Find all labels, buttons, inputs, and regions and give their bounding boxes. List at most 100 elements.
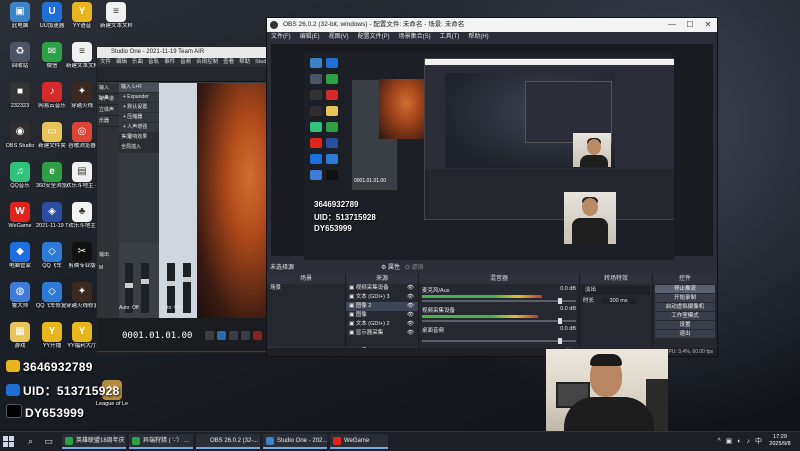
desktop-icon[interactable]: ♪ 网易云音乐	[36, 82, 68, 110]
rewind-button[interactable]	[205, 331, 214, 340]
channel-fader-4[interactable]	[183, 263, 191, 313]
eye-icon[interactable]: 👁	[407, 284, 414, 293]
desktop-icon[interactable]: ◇ QQ飞车	[36, 242, 68, 270]
tray-icon[interactable]: ◐	[737, 438, 741, 445]
source-item[interactable]: ▣ 图像 2 👁	[346, 302, 418, 311]
control-button[interactable]: 退出	[655, 330, 715, 338]
tray-icon[interactable]: ▣	[726, 438, 733, 445]
studio-menu-item[interactable]: 音频	[180, 59, 191, 65]
desktop-icon[interactable]: ▤欢乐斗地主 - 天天乐	[66, 162, 98, 190]
eye-icon[interactable]: 👁	[407, 311, 414, 320]
desktop-icon[interactable]: ≡新建文本文档 889164ce7...(2)	[100, 2, 132, 30]
source-item[interactable]: ▣ 文本 (GDI+) 3 👁	[346, 293, 418, 302]
scene-item[interactable]: 场景	[267, 284, 345, 293]
control-button[interactable]: 启动虚拟摄像机	[655, 303, 715, 311]
desktop-icon[interactable]: Y YY福利大厅	[66, 322, 98, 350]
desktop-icon[interactable]: ◈2021-11-19 Team AIR...	[36, 202, 68, 230]
taskbar-app[interactable]: 异端狩猎 ( '-'） ...	[129, 434, 193, 449]
studio-menu-item[interactable]: 帮助	[239, 59, 250, 65]
insert-slot[interactable]: + Expander	[121, 93, 159, 103]
desktop-icon[interactable]: Y YY开播	[36, 322, 68, 350]
maximize-icon[interactable]: ☐	[681, 18, 699, 32]
studio-menu-item[interactable]: 事件	[164, 59, 175, 65]
desktop-icon[interactable]: e360安全浏览器	[36, 162, 68, 190]
duration-input[interactable]: 300 ms	[601, 298, 636, 304]
eye-icon[interactable]: 👁	[407, 293, 414, 302]
obs-menu-item[interactable]: 工具(T)	[440, 34, 460, 40]
eye-icon[interactable]: 👁	[407, 302, 414, 311]
insert-global[interactable]: 全局插入	[119, 143, 159, 153]
windows-start-icon[interactable]	[3, 436, 14, 447]
taskbar-app[interactable]: WeGame	[330, 434, 388, 449]
mute-label[interactable]: M	[99, 265, 103, 271]
control-button[interactable]: 停止推流	[655, 285, 715, 293]
obs-preview[interactable]: 0001.01.01.00 3646932789 UID：513715928 D…	[271, 44, 713, 260]
properties-button[interactable]: ⚙ 属性	[381, 262, 400, 274]
desktop-icon[interactable]: ▣ 此电脑	[4, 2, 36, 30]
tray-icon[interactable]: ^	[717, 438, 720, 445]
studio-channel-item[interactable]: 输入 L+R	[97, 83, 119, 101]
search-icon[interactable]: ⌕	[24, 435, 37, 448]
source-item[interactable]: ▣ 显示器采集 👁	[346, 329, 418, 338]
obs-menu-item[interactable]: 文件(F)	[271, 34, 291, 40]
obs-menu-item[interactable]: 帮助(H)	[468, 34, 488, 40]
transition-select[interactable]: 淡出	[582, 286, 650, 295]
desktop-icon[interactable]: U UU加速器	[36, 2, 68, 30]
desktop-icon[interactable]: ◎ 谷歌浏览器	[66, 122, 98, 150]
volume-slider[interactable]	[422, 318, 576, 324]
desktop-icon[interactable]: ◉ OBS Studio	[4, 122, 36, 150]
eye-icon[interactable]: 👁	[407, 320, 414, 329]
studio-menu-item[interactable]: 合宿控制	[196, 59, 218, 65]
studio-menu-item[interactable]: 查看	[223, 59, 234, 65]
stop-button[interactable]	[229, 331, 238, 340]
studio-title-bar[interactable]: Studio One - 2021-11-19 Team AIR	[97, 47, 272, 58]
obs-menu-item[interactable]: 配置文件(P)	[358, 34, 390, 40]
desktop-icon[interactable]: ■ 232323	[4, 82, 36, 110]
studio-one-window[interactable]: Studio One - 2021-11-19 Team AIR 文件 编辑 乐曲音…	[96, 46, 273, 353]
taskbar-app[interactable]: Studio One - 202...	[263, 434, 327, 449]
desktop-icon[interactable]: ♫ QQ音乐	[4, 162, 36, 190]
taskbar-app[interactable]: 英雄联盟18周年庆	[62, 434, 126, 449]
source-item[interactable]: ▣ 文本 (GDI+) 2 👁	[346, 320, 418, 329]
insert-slot[interactable]: + 压缩器	[121, 113, 159, 123]
desktop-icon[interactable]: W WeGame	[4, 202, 36, 230]
desktop-icon[interactable]: ✉ 微信	[36, 42, 68, 70]
obs-window[interactable]: OBS 26.0.2 (32-bit, windows) - 配置文件: 未命名…	[266, 17, 718, 357]
desktop-icon[interactable]: ♻ 回收站	[4, 42, 36, 70]
control-button[interactable]: 开始录制	[655, 294, 715, 302]
studio-channel-item[interactable]: 立体声	[97, 105, 119, 116]
desktop-icon[interactable]: ♣ 欢乐斗地主	[66, 202, 98, 230]
studio-channel-item[interactable]: 单声道	[97, 94, 119, 105]
studio-channel-item[interactable]: 乐器	[97, 116, 119, 127]
taskbar-app[interactable]: OBS 26.0.2 (32-...	[196, 434, 260, 449]
insert-slot[interactable]: + 默认设置	[121, 103, 159, 113]
loop-button[interactable]	[217, 331, 226, 340]
tray-icon[interactable]: ♪	[747, 438, 751, 445]
studio-menu-item[interactable]: 编辑	[116, 59, 127, 65]
obs-menu-item[interactable]: 场景集合(S)	[399, 34, 431, 40]
studio-menu-item[interactable]: 文件	[100, 59, 111, 65]
desktop-icon[interactable]: ◇QQ飞车修复工具	[36, 282, 68, 310]
desktop-icon[interactable]: ▭ 新建文件夹	[36, 122, 68, 150]
source-item[interactable]: ▣ 图像 👁	[346, 311, 418, 320]
minimize-icon[interactable]: —	[663, 18, 681, 32]
desktop-icon[interactable]: ≡ 新建文本文档	[66, 42, 98, 70]
obs-menu-item[interactable]: 视图(V)	[329, 34, 349, 40]
volume-slider[interactable]	[422, 298, 576, 304]
record-button[interactable]	[253, 331, 262, 340]
eye-icon[interactable]: 👁	[407, 329, 414, 338]
desktop-icon[interactable]: ◆ 电脑管家	[4, 242, 36, 270]
control-button[interactable]: 设置	[655, 321, 715, 329]
desktop-icon[interactable]: ✦ 穿越火线	[66, 82, 98, 110]
desktop-icon[interactable]: ✦穿越火线修复4工具	[66, 282, 98, 310]
desktop-icon[interactable]: Y YY语音	[66, 2, 98, 30]
insert-slot[interactable]: + 人声增强	[121, 123, 159, 133]
control-button[interactable]: 工作室模式	[655, 312, 715, 320]
channel-fader-2[interactable]	[141, 263, 149, 313]
tray-icon[interactable]: 中	[755, 438, 762, 445]
desktop-icon[interactable]: ▦ 游戏	[4, 322, 36, 350]
close-icon[interactable]: ✕	[699, 18, 717, 32]
clock[interactable]: 17:29 2025/9/8	[764, 434, 796, 448]
obs-menu-item[interactable]: 编辑(E)	[300, 34, 320, 40]
filters-button[interactable]: ⛭ 滤镜	[405, 262, 423, 274]
